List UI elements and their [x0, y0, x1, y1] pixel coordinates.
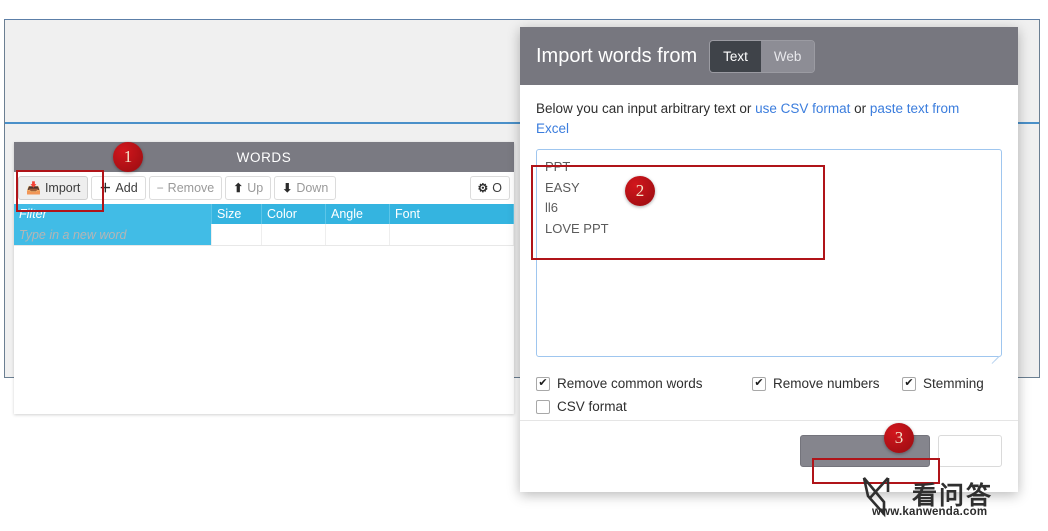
hint-middle: or: [850, 101, 870, 116]
new-word-row[interactable]: Type in a new word: [14, 224, 514, 246]
minus-icon: −: [156, 181, 164, 195]
words-table-body: [14, 246, 514, 412]
options-row-2: ✔ CSV format: [536, 399, 1002, 414]
options-row-1: ✔ Remove common words ✔ Remove numbers ✔…: [536, 376, 1002, 391]
source-tab-group: Text Web: [709, 39, 816, 73]
import-button-label: Import: [44, 181, 81, 195]
annotation-badge-1: 1: [113, 142, 143, 172]
add-button-label: Add: [115, 181, 138, 195]
column-header-angle[interactable]: Angle: [326, 204, 390, 224]
gear-icon: ⚙: [477, 181, 489, 195]
option-csv-format-label: CSV format: [557, 399, 627, 414]
column-header-size[interactable]: Size: [212, 204, 262, 224]
option-remove-numbers-label: Remove numbers: [773, 376, 880, 391]
move-down-button[interactable]: ⬇ Down: [274, 176, 337, 200]
option-stemming-label: Stemming: [923, 376, 984, 391]
new-word-input[interactable]: Type in a new word: [14, 224, 212, 245]
use-csv-format-link[interactable]: use CSV format: [755, 101, 850, 116]
options-button-label: O: [492, 181, 502, 195]
add-button[interactable]: ＋ Add: [91, 176, 146, 200]
words-panel-title: WORDS: [236, 149, 292, 165]
checkbox-unchecked-icon[interactable]: ✔: [536, 399, 550, 414]
option-remove-numbers[interactable]: ✔ Remove numbers: [752, 376, 902, 391]
remove-button-label: Remove: [167, 181, 215, 195]
new-word-angle-cell[interactable]: [326, 224, 390, 245]
arrow-up-icon: ⬆: [233, 181, 244, 195]
option-remove-common-words-label: Remove common words: [557, 376, 703, 391]
words-panel-header: WORDS: [14, 142, 514, 172]
move-up-button[interactable]: ⬆ Up: [225, 176, 272, 200]
words-toolbar: 📥 Import ＋ Add − Remove ⬆ Up ⬇ Down ⚙ O: [14, 172, 514, 204]
option-remove-common-words[interactable]: ✔ Remove common words: [536, 376, 752, 391]
import-button[interactable]: 📥 Import: [18, 176, 89, 200]
checkbox-checked-icon[interactable]: ✔: [902, 376, 916, 391]
option-stemming[interactable]: ✔ Stemming: [902, 376, 984, 391]
textarea-wrapper: [536, 149, 1002, 364]
new-word-color-cell[interactable]: [262, 224, 326, 245]
option-csv-format[interactable]: ✔ CSV format: [536, 399, 752, 414]
new-word-font-cell[interactable]: [390, 224, 514, 245]
checkbox-checked-icon[interactable]: ✔: [752, 376, 766, 391]
checkbox-checked-icon[interactable]: ✔: [536, 376, 550, 391]
tab-web[interactable]: Web: [760, 40, 815, 72]
words-table: Filter Size Color Angle Font Type in a n…: [14, 204, 514, 412]
screenshot-root: WORDS 📥 Import ＋ Add − Remove ⬆ Up ⬇ Dow…: [0, 0, 1048, 531]
dialog-header: Import words from Text Web: [520, 27, 1018, 85]
move-down-button-label: Down: [296, 181, 329, 195]
column-header-filter[interactable]: Filter: [14, 204, 212, 224]
remove-button[interactable]: − Remove: [148, 176, 223, 200]
plus-icon: ＋: [99, 181, 112, 195]
tab-text[interactable]: Text: [710, 40, 761, 72]
new-word-size-cell[interactable]: [212, 224, 262, 245]
dialog-title: Import words from: [536, 44, 698, 67]
import-text-input[interactable]: [536, 149, 1002, 357]
dialog-hint: Below you can input arbitrary text or us…: [536, 99, 986, 139]
cancel-button[interactable]: [938, 435, 1002, 467]
hint-prefix: Below you can input arbitrary text or: [536, 101, 756, 116]
import-words-dialog: Import words from Text Web Below you can…: [520, 27, 1018, 492]
options-button[interactable]: ⚙ O: [469, 176, 510, 200]
column-header-font[interactable]: Font: [390, 204, 514, 224]
dialog-footer: [520, 420, 1018, 492]
column-header-color[interactable]: Color: [262, 204, 326, 224]
import-icon: 📥: [26, 181, 41, 195]
dialog-body: Below you can input arbitrary text or us…: [520, 85, 1018, 492]
arrow-down-icon: ⬇: [282, 181, 293, 195]
words-table-header: Filter Size Color Angle Font: [14, 204, 514, 224]
watermark-url: www.kanwenda.com: [872, 506, 988, 518]
words-panel: WORDS 📥 Import ＋ Add − Remove ⬆ Up ⬇ Dow…: [14, 142, 514, 414]
import-options: ✔ Remove common words ✔ Remove numbers ✔…: [536, 376, 1002, 414]
annotation-badge-2: 2: [625, 176, 655, 206]
move-up-button-label: Up: [247, 181, 264, 195]
annotation-badge-3: 3: [884, 423, 914, 453]
